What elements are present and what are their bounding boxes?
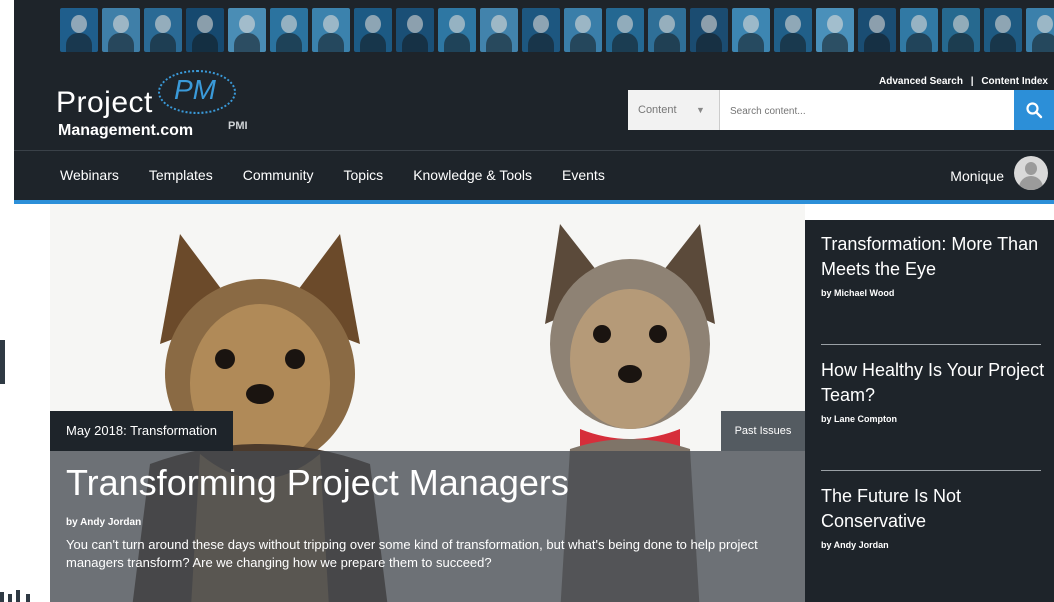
member-photo[interactable]: [942, 8, 980, 52]
member-photo[interactable]: [648, 8, 686, 52]
past-issues-button[interactable]: Past Issues: [721, 411, 805, 451]
member-photo[interactable]: [186, 8, 224, 52]
article-author: by Andy Jordan: [821, 540, 889, 550]
sidebar-article[interactable]: The Future Is Not Conservative by Andy J…: [821, 484, 1047, 550]
nav-item-community[interactable]: Community: [243, 167, 314, 183]
member-photo[interactable]: [858, 8, 896, 52]
user-name[interactable]: Monique: [950, 168, 1004, 184]
search-button[interactable]: [1014, 90, 1054, 130]
site-logo[interactable]: PM Project Management.com PMI: [56, 62, 296, 142]
article-divider: [821, 344, 1041, 345]
sidebar-article[interactable]: Transformation: More Than Meets the Eye …: [821, 232, 1047, 298]
page-edge-mark: [0, 340, 5, 384]
member-photo[interactable]: [900, 8, 938, 52]
member-photo[interactable]: [228, 8, 266, 52]
advanced-search-link[interactable]: Advanced Search: [879, 76, 963, 87]
search-scope-label: Content: [638, 104, 677, 116]
nav-item-knowledge-tools[interactable]: Knowledge & Tools: [413, 167, 532, 183]
article-divider: [821, 470, 1041, 471]
avatar[interactable]: [1014, 156, 1048, 190]
search-scope-select[interactable]: Content ▼: [628, 90, 720, 130]
chevron-down-icon: ▼: [696, 105, 705, 115]
article-author: by Michael Wood: [821, 288, 895, 298]
article-title[interactable]: How Healthy Is Your Project Team?: [821, 358, 1047, 408]
member-photo[interactable]: [270, 8, 308, 52]
member-photo[interactable]: [1026, 8, 1054, 52]
search-input[interactable]: [728, 100, 1012, 122]
featured-articles-sidebar: Transformation: More Than Meets the Eye …: [805, 220, 1054, 602]
logo-text-management: Management.com: [58, 122, 194, 139]
content-index-link[interactable]: Content Index: [981, 76, 1048, 87]
member-photo[interactable]: [984, 8, 1022, 52]
member-photo[interactable]: [354, 8, 392, 52]
nav-item-templates[interactable]: Templates: [149, 167, 213, 183]
link-separator: |: [970, 76, 974, 87]
member-photo[interactable]: [816, 8, 854, 52]
member-photo[interactable]: [564, 8, 602, 52]
search-icon: [1026, 102, 1043, 119]
article-title[interactable]: The Future Is Not Conservative: [821, 484, 1047, 534]
member-photo[interactable]: [606, 8, 644, 52]
member-photo[interactable]: [102, 8, 140, 52]
member-photo[interactable]: [312, 8, 350, 52]
hero-title[interactable]: Transforming Project Managers: [66, 462, 569, 504]
hero-author: by Andy Jordan: [66, 517, 142, 528]
member-photo-strip: [60, 8, 1054, 54]
member-photo[interactable]: [480, 8, 518, 52]
main-nav: Webinars Templates Community Topics Know…: [60, 150, 605, 200]
sidebar-article[interactable]: How Healthy Is Your Project Team? by Lan…: [821, 358, 1047, 424]
member-photo[interactable]: [60, 8, 98, 52]
nav-item-webinars[interactable]: Webinars: [60, 167, 119, 183]
member-photo[interactable]: [774, 8, 812, 52]
issue-label[interactable]: May 2018: Transformation: [50, 411, 234, 451]
member-photo[interactable]: [522, 8, 560, 52]
member-photo[interactable]: [732, 8, 770, 52]
logo-pm-mark: PM: [158, 70, 236, 114]
member-photo[interactable]: [396, 8, 434, 52]
search-bar: Content ▼: [628, 90, 1054, 130]
member-photo[interactable]: [690, 8, 728, 52]
member-photo[interactable]: [438, 8, 476, 52]
article-author: by Lane Compton: [821, 414, 897, 424]
nav-item-topics[interactable]: Topics: [344, 167, 384, 183]
partial-text-fragment: [0, 590, 30, 602]
logo-text-project: Project: [56, 86, 153, 119]
pmi-logo: PMI: [228, 120, 248, 132]
member-photo[interactable]: [144, 8, 182, 52]
hero-excerpt: You can't turn around these days without…: [66, 537, 758, 570]
header-links: Advanced Search | Content Index: [879, 76, 1048, 87]
nav-item-events[interactable]: Events: [562, 167, 605, 183]
article-title[interactable]: Transformation: More Than Meets the Eye: [821, 232, 1047, 282]
